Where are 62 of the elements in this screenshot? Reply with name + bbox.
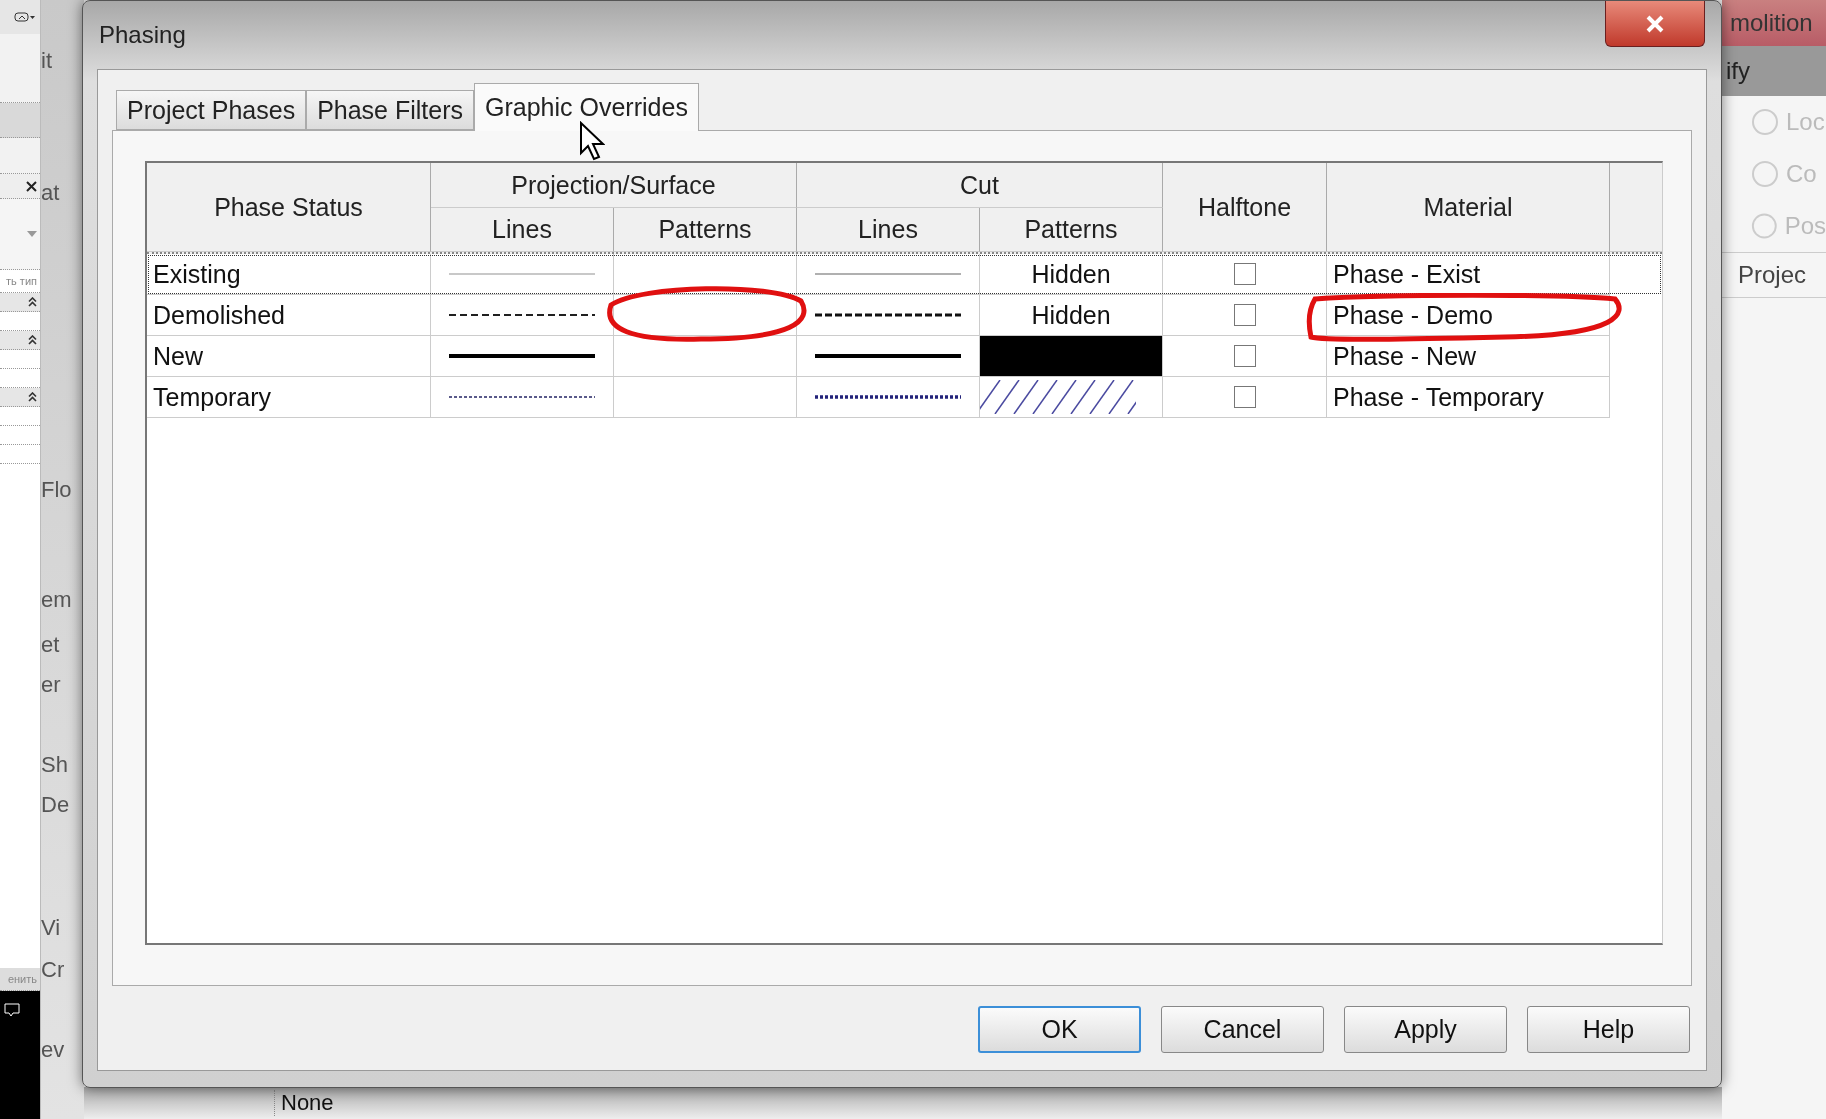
dialog-title: Phasing bbox=[98, 21, 186, 49]
panel-label: ev bbox=[41, 1037, 66, 1063]
table-cell: Phase - Exist bbox=[1327, 254, 1610, 295]
table-row[interactable]: Demolished Hidden Phase - Demo bbox=[147, 295, 1662, 336]
dropdown-arrow-icon[interactable] bbox=[27, 231, 37, 237]
close-icon bbox=[1645, 13, 1665, 34]
ribbon-tab[interactable]: ify bbox=[1726, 57, 1750, 85]
close-button[interactable] bbox=[1605, 1, 1705, 47]
panel-label: De bbox=[41, 792, 71, 818]
column-header: Lines bbox=[797, 208, 980, 252]
collapse-icon[interactable] bbox=[28, 335, 37, 345]
checkbox[interactable] bbox=[1233, 386, 1256, 408]
table-cell: Phase - Demo bbox=[1327, 295, 1610, 336]
panel-label: at bbox=[41, 180, 61, 206]
group-header[interactable] bbox=[0, 388, 40, 407]
column-header: Lines bbox=[431, 208, 614, 252]
group-header[interactable] bbox=[0, 293, 40, 312]
comment-icon[interactable] bbox=[4, 1003, 20, 1017]
panel-label: Vi bbox=[41, 915, 62, 941]
panel-label: em bbox=[41, 587, 73, 613]
panel-label: et bbox=[41, 632, 61, 658]
checkbox[interactable] bbox=[1233, 304, 1256, 326]
column-header: Phase Status bbox=[147, 163, 431, 252]
panel-title: Projec bbox=[1738, 261, 1807, 289]
type-label: ть тип bbox=[6, 275, 37, 287]
group-header[interactable] bbox=[0, 331, 40, 350]
table-row[interactable]: Existing Hidden Phase - Exist bbox=[147, 254, 1662, 295]
column-header: Projection/Surface bbox=[431, 163, 797, 208]
window-title: molition bbox=[1730, 9, 1813, 37]
column-header: Patterns bbox=[614, 208, 797, 252]
dialog-button[interactable]: OK bbox=[978, 1006, 1141, 1053]
collapse-icon[interactable] bbox=[28, 297, 37, 307]
tab[interactable]: Graphic Overrides bbox=[474, 83, 699, 131]
table-cell: Hidden bbox=[980, 254, 1163, 295]
column-header: Halftone bbox=[1163, 163, 1327, 252]
tab[interactable]: Project Phases bbox=[116, 90, 307, 130]
column-header: Patterns bbox=[980, 208, 1163, 252]
panel-label: Flo bbox=[41, 477, 73, 503]
property-value: None bbox=[274, 1090, 334, 1116]
checkbox[interactable] bbox=[1233, 263, 1256, 285]
dropdown-icon[interactable] bbox=[14, 11, 36, 23]
table-cell: Demolished bbox=[147, 295, 431, 336]
collapse-icon[interactable] bbox=[28, 392, 37, 402]
tab[interactable]: Phase Filters bbox=[306, 90, 475, 130]
table-cell: Existing bbox=[147, 254, 431, 295]
table-cell: New bbox=[147, 336, 431, 377]
dialog-button[interactable]: Apply bbox=[1344, 1006, 1507, 1053]
table-row[interactable]: Temporary Phase - Temporary bbox=[147, 377, 1662, 418]
column-header: Cut bbox=[797, 163, 1163, 208]
dialog-button[interactable]: Cancel bbox=[1161, 1006, 1324, 1053]
panel-label: Cr bbox=[41, 957, 66, 983]
close-icon[interactable] bbox=[26, 180, 37, 192]
checkbox[interactable] bbox=[1233, 345, 1256, 367]
table-cell: Temporary bbox=[147, 377, 431, 418]
panel-row bbox=[0, 103, 40, 138]
panel-label: it bbox=[41, 48, 53, 74]
table-cell: Phase - Temporary bbox=[1327, 377, 1610, 418]
panel-label: er bbox=[41, 672, 62, 698]
dialog-button[interactable]: Help bbox=[1527, 1006, 1690, 1053]
column-header: Material bbox=[1327, 163, 1610, 252]
table-row[interactable]: New Phase - New bbox=[147, 336, 1662, 377]
panel-label: Sh bbox=[41, 752, 69, 778]
